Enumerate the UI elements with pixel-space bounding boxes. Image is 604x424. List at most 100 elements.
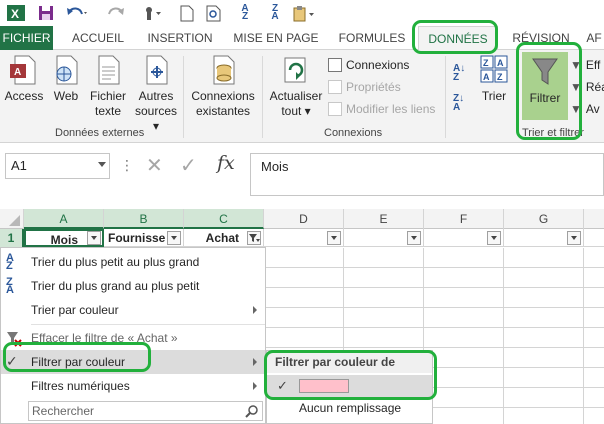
tab-page-layout[interactable]: MISE EN PAGE xyxy=(228,26,324,50)
redo-icon[interactable] xyxy=(104,3,130,23)
menu-sort-ascending[interactable]: AZ Trier du plus petit au plus grand xyxy=(1,250,265,274)
text-file-icon xyxy=(98,55,120,85)
new-file-icon[interactable] xyxy=(178,3,196,23)
properties-button[interactable]: Propriétés xyxy=(328,78,401,96)
annotation-highlight-filter-button xyxy=(516,42,582,140)
clear-filter-label: Eff xyxy=(585,58,601,72)
column-header-c[interactable]: C xyxy=(184,209,264,229)
more-options-icon: ⋮ xyxy=(120,157,134,173)
menu-sort-descending[interactable]: ZA Trier du plus grand au plus petit xyxy=(1,274,265,298)
filter-dropdown-button-e[interactable] xyxy=(407,231,421,245)
tab-more[interactable]: AF xyxy=(584,26,604,50)
refresh-icon xyxy=(284,57,306,83)
from-text-label-1: Fichier xyxy=(89,89,126,103)
name-box-dropdown-icon[interactable] xyxy=(98,162,106,167)
sort-label: Trier xyxy=(481,89,507,103)
access-icon: A xyxy=(10,55,36,85)
svg-text:Z: Z xyxy=(497,72,503,82)
select-all-corner[interactable] xyxy=(0,209,24,229)
undo-icon[interactable] xyxy=(64,3,90,23)
sort-descending-icon: Z↓ A xyxy=(453,93,465,113)
from-web-label: Web xyxy=(53,89,79,103)
existing-connections-button[interactable]: Connexions existantes xyxy=(188,54,258,119)
filter-dropdown-button-a[interactable] xyxy=(87,231,101,245)
insert-function-icon[interactable]: fx xyxy=(217,152,235,174)
edit-links-button[interactable]: Modifier les liens xyxy=(328,100,435,118)
column-header-f[interactable]: F xyxy=(424,209,504,229)
filter-dropdown-button-g[interactable] xyxy=(567,231,581,245)
group-label-external-data: Données externes xyxy=(55,127,145,139)
submenu-arrow-icon xyxy=(253,382,257,390)
submenu-arrow-icon xyxy=(253,358,257,366)
column-header-a[interactable]: A xyxy=(24,209,104,229)
table-row: 1 Mois Fournisse Achat xyxy=(0,229,604,247)
svg-text:A: A xyxy=(14,67,21,78)
from-access-label: Access xyxy=(4,89,44,103)
filter-dropdown-button-d[interactable] xyxy=(327,231,341,245)
excel-logo-icon: X xyxy=(6,3,26,23)
save-icon[interactable] xyxy=(36,3,56,23)
other-sources-button[interactable]: Autres sources ▾ xyxy=(132,54,180,134)
group-label-connections: Connexions xyxy=(324,127,383,139)
sort-ascending-icon: AZ xyxy=(6,252,14,272)
existing-connections-label-1: Connexions xyxy=(191,89,255,103)
filter-dropdown-button-b[interactable] xyxy=(167,231,181,245)
formula-bar: A1 ⋮ ✕ ✓ fx Mois xyxy=(0,143,604,209)
touch-mode-icon[interactable] xyxy=(140,3,164,23)
filter-active-icon-c[interactable] xyxy=(247,231,261,245)
menu-sort-ascending-label: Trier du plus petit au plus grand xyxy=(31,255,200,269)
row-header-1[interactable]: 1 xyxy=(0,229,24,247)
cancel-icon[interactable]: ✕ xyxy=(146,153,163,178)
connections-button[interactable]: Connexions xyxy=(328,56,409,74)
sort-descending-icon: ZA xyxy=(6,276,14,296)
edit-links-label: Modifier les liens xyxy=(346,102,436,116)
autofilter-menu: AZ Trier du plus petit au plus grand ZA … xyxy=(0,247,266,424)
column-header-b[interactable]: B xyxy=(104,209,184,229)
annotation-highlight-filter-by-color xyxy=(3,342,151,372)
tab-formulas[interactable]: FORMULES xyxy=(334,26,410,50)
sort-ascending-button[interactable]: A↓ Z xyxy=(453,63,466,83)
from-text-button[interactable]: Fichier texte xyxy=(86,54,130,119)
menu-sort-by-color-label: Trier par couleur xyxy=(31,303,119,317)
paste-icon[interactable] xyxy=(290,3,318,23)
filter-dropdown-button-f[interactable] xyxy=(487,231,501,245)
properties-label: Propriétés xyxy=(346,80,401,94)
sort-button[interactable]: ZAAZ Trier xyxy=(476,54,512,104)
menu-sort-descending-label: Trier du plus grand au plus petit xyxy=(31,279,200,293)
column-header-g[interactable]: G xyxy=(504,209,584,229)
column-header-d[interactable]: D xyxy=(264,209,344,229)
edit-links-icon xyxy=(328,102,342,116)
formula-input[interactable]: Mois xyxy=(250,153,604,196)
tab-home[interactable]: ACCUEIL xyxy=(62,26,134,50)
enter-icon[interactable]: ✓ xyxy=(180,153,197,178)
no-fill-option[interactable]: Aucun remplissage xyxy=(299,401,401,415)
menu-number-filters[interactable]: Filtres numériques xyxy=(1,374,265,398)
tab-file[interactable]: FICHIER xyxy=(0,26,53,50)
refresh-all-button[interactable]: Actualiser tout ▾ xyxy=(266,54,326,119)
sort-za-icon[interactable]: ZA xyxy=(266,3,284,23)
from-access-button[interactable]: A Access xyxy=(3,54,45,104)
svg-text:A: A xyxy=(483,72,490,82)
from-web-button[interactable]: Web xyxy=(48,54,84,104)
ribbon-separator xyxy=(262,56,263,138)
menu-number-filters-label: Filtres numériques xyxy=(31,379,130,393)
properties-icon xyxy=(328,80,342,94)
svg-text:Z: Z xyxy=(483,58,489,68)
ribbon-separator xyxy=(445,56,446,138)
print-preview-icon[interactable] xyxy=(204,3,224,23)
search-input[interactable]: Rechercher xyxy=(28,401,263,421)
tab-insert[interactable]: INSERTION xyxy=(142,26,218,50)
advanced-filter-label: Av xyxy=(585,102,600,116)
ribbon-tabs: FICHIER ACCUEIL INSERTION MISE EN PAGE F… xyxy=(0,26,604,51)
sort-az-icon[interactable]: AZ xyxy=(236,3,254,23)
name-box[interactable]: A1 xyxy=(5,153,110,179)
svg-text:A: A xyxy=(497,58,504,68)
sort-dialog-icon: Z AA Z xyxy=(480,55,508,83)
annotation-highlight-data-tab xyxy=(412,20,498,54)
column-header-e[interactable]: E xyxy=(344,209,424,229)
sort-descending-button[interactable]: Z↓ A xyxy=(453,93,465,113)
sort-ascending-icon: A↓ Z xyxy=(453,63,466,83)
from-text-label-2: texte xyxy=(94,104,121,118)
menu-sort-by-color[interactable]: Trier par couleur xyxy=(1,298,265,322)
connections-label: Connexions xyxy=(346,58,410,72)
